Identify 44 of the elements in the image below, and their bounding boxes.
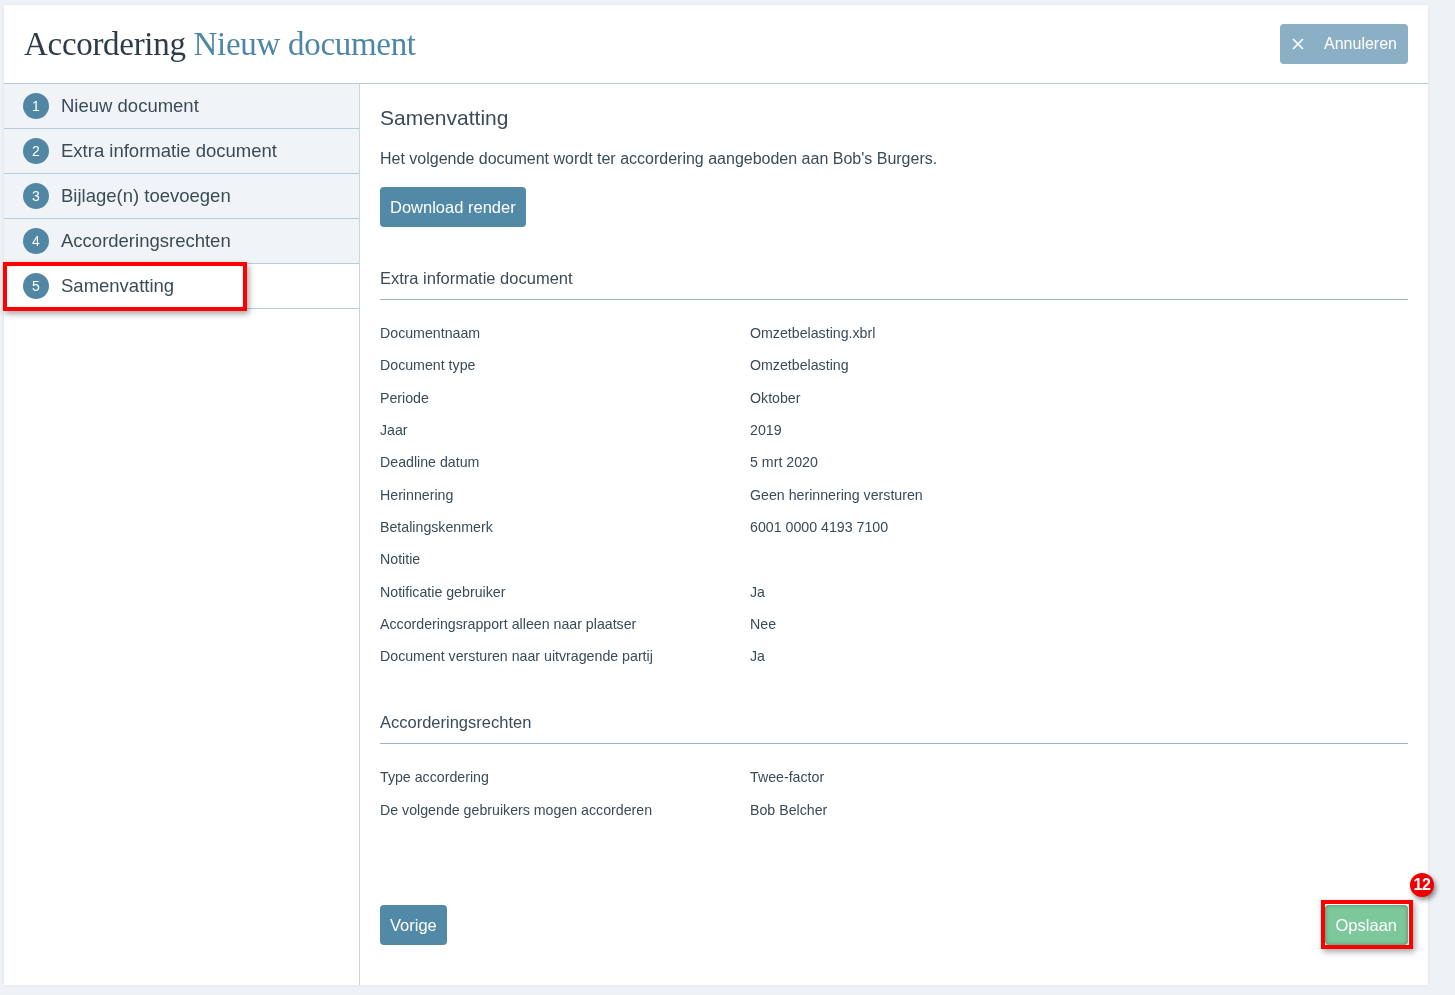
step-tab[interactable]: 1 Nieuw document (4, 84, 359, 129)
intro-text: Het volgende document wordt ter accordering aangeboden aan Bob's Burgers. (380, 149, 939, 169)
field-value: Nee (750, 615, 777, 632)
section-title: Samenvatting (380, 105, 510, 131)
step-number: 1 (23, 93, 49, 119)
step-number: 2 (23, 138, 49, 164)
field-value: Omzetbelasting (750, 357, 849, 374)
field-label: Jaar (380, 422, 409, 439)
field-value: Oktober (750, 389, 801, 406)
field-value: Geen herinnering versturen (750, 486, 923, 503)
field-label: Notitie (380, 551, 422, 568)
field-label: Documentnaam (380, 325, 482, 342)
field-value: Twee-factor (750, 769, 825, 786)
step-number: 4 (23, 228, 49, 254)
field-label: Herinnering (380, 486, 455, 503)
step-tab[interactable]: 4 Accorderingsrechten (4, 219, 359, 264)
step-tab[interactable]: 2 Extra informatie document (4, 129, 359, 174)
field-label: Deadline datum (380, 454, 481, 471)
close-icon (1292, 38, 1305, 50)
section-heading: Accorderingsrechten (380, 712, 533, 734)
step-tab[interactable]: 5 Samenvatting (4, 264, 359, 309)
field-value: Ja (750, 583, 765, 600)
download-button[interactable]: Download render (380, 187, 526, 227)
field-value: 5 mrt 2020 (750, 454, 818, 471)
page-title: Accordering Nieuw document (24, 25, 416, 63)
step-number: 5 (23, 273, 49, 299)
field-value: 2019 (750, 422, 782, 439)
field-label: Notificatie gebruiker (380, 583, 507, 600)
field-label: Document versturen naar uitvragende partij (380, 648, 654, 665)
callout-number: 12 (1410, 873, 1434, 897)
field-value: Omzetbelasting.xbrl (750, 325, 876, 342)
field-label: De volgende gebruikers mogen accorderen (380, 801, 654, 818)
back-button[interactable]: Vorige (380, 905, 447, 945)
field-value: Ja (750, 648, 765, 665)
field-label: Document type (380, 357, 477, 374)
step-number: 3 (23, 183, 49, 209)
field-label: Betalingskenmerk (380, 518, 494, 535)
field-label: Accorderingsrapport alleen naar plaatser (380, 615, 638, 632)
field-value: Bob Belcher (750, 801, 828, 818)
section-heading: Extra informatie document (380, 268, 574, 289)
step-tab[interactable]: 3 Bijlage(n) toevoegen (4, 174, 359, 219)
field-label: Type accordering (380, 769, 490, 786)
field-label: Periode (380, 389, 430, 406)
field-value: 6001 0000 4193 7100 (750, 518, 889, 535)
